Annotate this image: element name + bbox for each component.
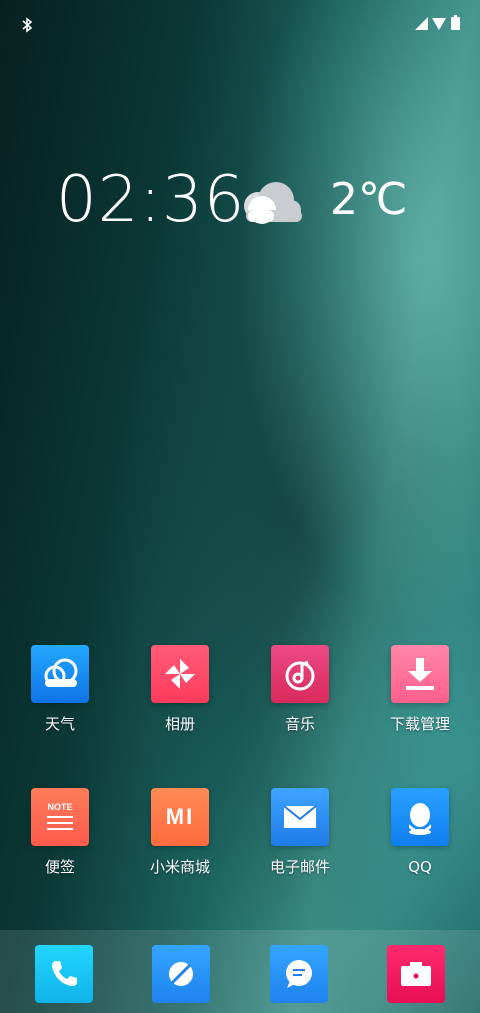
- clock-time[interactable]: 02:36: [56, 160, 245, 240]
- cloudy-icon[interactable]: [236, 176, 304, 226]
- app-music[interactable]: 音乐: [240, 645, 360, 733]
- app-label: 下载管理: [389, 715, 450, 733]
- gallery-icon: [151, 645, 209, 703]
- app-label: 便签: [44, 858, 75, 876]
- weather-temperature[interactable]: 2℃: [330, 172, 407, 228]
- mi-store-icon: MI: [151, 788, 209, 846]
- app-label: 音乐: [284, 715, 315, 733]
- bluetooth-icon: [22, 17, 33, 33]
- app-label: 相册: [164, 715, 195, 733]
- qq-icon: [391, 788, 449, 846]
- notes-icon-text: NOTE: [47, 802, 73, 812]
- camera-icon[interactable]: [387, 945, 445, 1003]
- app-notes[interactable]: NOTE 便签: [0, 788, 120, 876]
- music-icon: [271, 645, 329, 703]
- weather-app-icon: [31, 645, 89, 703]
- messages-icon[interactable]: [270, 945, 328, 1003]
- app-label: 小米商城: [149, 858, 210, 876]
- mi-logo-text: MI: [165, 804, 195, 829]
- app-qq[interactable]: QQ: [360, 788, 480, 876]
- battery-icon: [451, 15, 460, 30]
- download-icon: [391, 645, 449, 703]
- status-bar: [0, 0, 480, 48]
- phone-icon[interactable]: [35, 945, 93, 1003]
- signal-icon: [415, 17, 428, 30]
- app-weather[interactable]: 天气: [0, 645, 120, 733]
- app-gallery[interactable]: 相册: [120, 645, 240, 733]
- notes-icon: NOTE: [31, 788, 89, 846]
- app-label: 电子邮件: [269, 858, 330, 876]
- browser-icon[interactable]: [152, 945, 210, 1003]
- email-icon: [271, 788, 329, 846]
- app-label: 天气: [44, 715, 75, 733]
- app-label: QQ: [408, 858, 432, 876]
- dock: [0, 930, 480, 1013]
- app-email[interactable]: 电子邮件: [240, 788, 360, 876]
- app-mi-store[interactable]: MI 小米商城: [120, 788, 240, 876]
- wifi-icon: [432, 18, 446, 30]
- app-downloads[interactable]: 下载管理: [360, 645, 480, 733]
